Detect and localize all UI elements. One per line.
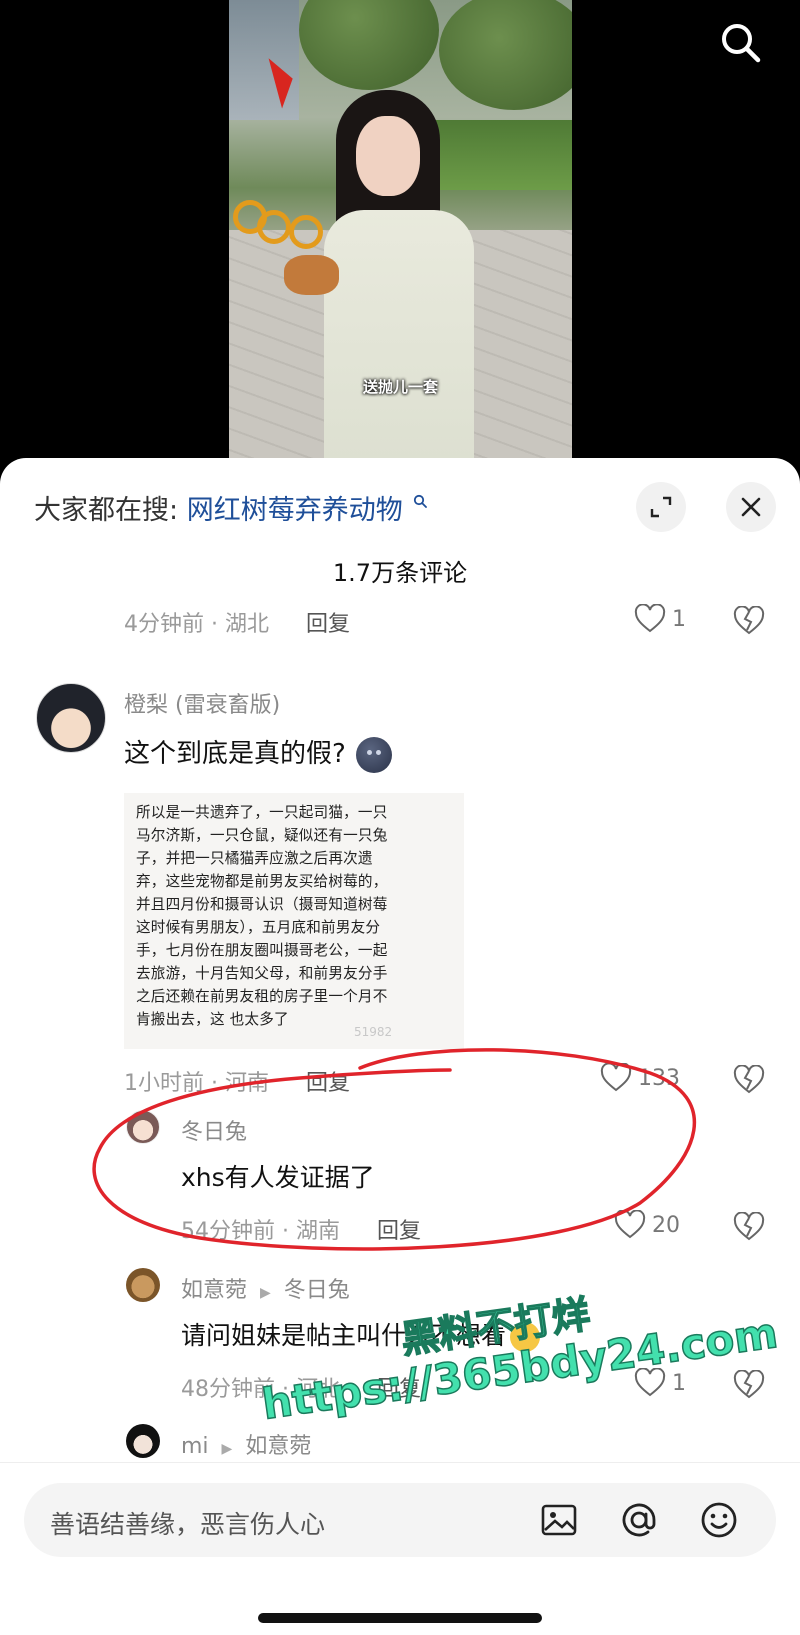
reply-text: xhs有人发证据了 [181, 1163, 375, 1192]
avatar[interactable] [126, 1268, 160, 1302]
reply-author-name: mi [181, 1434, 209, 1459]
reply-button[interactable]: 回复 [377, 1219, 421, 1244]
expand-button[interactable] [636, 482, 686, 532]
expand-icon [650, 496, 672, 518]
trending-search[interactable]: 大家都在搜: 网红树莓弃养动物 [34, 488, 428, 527]
emoji-picker-button[interactable] [696, 1497, 742, 1543]
close-button[interactable] [726, 482, 776, 532]
video-person-face [356, 116, 420, 196]
reply-arrow-icon: ▶ [221, 1441, 233, 1457]
like-count: 1 [672, 606, 686, 632]
reply-to-name: 冬日兔 [283, 1278, 350, 1303]
image-text-line: 手，七月份在朋友圈叫摄哥老公，一起 [136, 942, 388, 959]
image-text-line: 之后还赖在前男友租的房子里一个月不 [136, 988, 388, 1005]
heart-icon [634, 604, 666, 633]
like-count: 1 [672, 1370, 686, 1396]
reply-button[interactable]: 回复 [306, 612, 350, 637]
comment-meta-row: 1小时前 · 河南 回复 [124, 1065, 350, 1097]
dislike-button[interactable] [733, 1211, 765, 1246]
emoji-icon [701, 1502, 737, 1538]
image-text-line: 所以是一共遗弃了，一只起司猫，一只 [136, 804, 388, 821]
emoji-face-icon [355, 736, 392, 773]
image-text-line: 并且四月份和摄哥认识（摄哥知道树莓 [136, 896, 388, 913]
broken-heart-icon [733, 605, 765, 635]
image-text-line: 子，并把一只橘猫弄应激之后再次遗 [136, 850, 373, 867]
like-count: 133 [638, 1065, 680, 1091]
at-icon [622, 1503, 656, 1537]
reply-author[interactable]: mi ▶ 如意菀 [181, 1428, 311, 1460]
comment-sheet-header: 大家都在搜: 网红树莓弃养动物 1.7万条评论 [0, 458, 800, 587]
broken-heart-icon [733, 1369, 765, 1399]
reply-author-name: 如意菀 [181, 1278, 248, 1303]
broken-heart-icon [733, 1064, 765, 1094]
image-text-line: 弃，这些宠物都是前男友买给树莓的， [136, 873, 388, 890]
image-picker-button[interactable] [536, 1497, 582, 1543]
crying-emoji-icon [510, 1322, 541, 1352]
avatar[interactable] [126, 1110, 160, 1144]
dislike-button[interactable] [733, 1064, 765, 1099]
like-button[interactable]: 1 [634, 1368, 686, 1398]
trending-search-term[interactable]: 网红树莓弃养动物 [187, 495, 403, 526]
image-watermark: 51982 [354, 1025, 393, 1039]
comment-author[interactable]: 橙梨 (雷衰畜版) [124, 687, 280, 719]
comment-time-location: 1小时前 · 河南 [124, 1071, 269, 1096]
video-bike-wheel [289, 215, 323, 249]
video-dog [284, 255, 339, 295]
heart-icon [600, 1063, 632, 1092]
comment-time-location: 48分钟前 · 河北 [181, 1377, 340, 1402]
search-icon [722, 24, 761, 63]
comment-meta-row: 4分钟前 · 湖北 回复 [124, 606, 350, 638]
like-button[interactable]: 20 [614, 1210, 680, 1240]
comment-time-location: 4分钟前 · 湖北 [124, 612, 269, 637]
comment-input-placeholder: 善语结善缘，恶言伤人心 [50, 1510, 326, 1539]
reply-author[interactable]: 冬日兔 [181, 1114, 247, 1146]
search-button[interactable] [718, 20, 764, 66]
comment-text-content: 这个到底是真的假? [124, 739, 346, 769]
comment-meta-row: 48分钟前 · 河北 回复 [181, 1371, 421, 1403]
mention-button[interactable] [616, 1497, 662, 1543]
image-text-line: 马尔济斯，一只仓鼠，疑似还有一只兔 [136, 827, 388, 844]
image-text-line: 去旅游，十月告知父母，和前男友分手 [136, 965, 388, 982]
broken-heart-icon [733, 1211, 765, 1241]
trending-search-prefix: 大家都在搜: [34, 495, 179, 526]
search-small-icon [414, 494, 428, 508]
like-count: 20 [652, 1212, 680, 1238]
avatar[interactable] [36, 683, 106, 753]
dislike-button[interactable] [733, 1369, 765, 1404]
image-icon [541, 1504, 577, 1536]
comment-attached-image[interactable]: 所以是一共遗弃了，一只起司猫，一只 马尔济斯，一只仓鼠，疑似还有一只兔 子，并把… [124, 793, 464, 1049]
comment-input[interactable]: 善语结善缘，恶言伤人心 [24, 1483, 776, 1557]
reply-text-content: 请问姐妹是帖主叫什么不想看 [181, 1321, 507, 1350]
comment-meta-row: 54分钟前 · 湖南 回复 [181, 1213, 421, 1245]
dislike-button[interactable] [733, 605, 765, 640]
reply-button[interactable]: 回复 [306, 1071, 350, 1096]
video-player[interactable]: 送抛儿一套 [0, 0, 800, 470]
comment-sheet: 大家都在搜: 网红树莓弃养动物 1.7万条评论 4分钟前 · 湖北 回复 1 橙… [0, 458, 800, 1635]
video-tree [299, 0, 439, 90]
comment-input-bar: 善语结善缘，恶言伤人心 [0, 1462, 800, 1582]
video-bike-wheel [257, 210, 291, 244]
reply-button[interactable]: 回复 [377, 1377, 421, 1402]
heart-icon [614, 1210, 646, 1239]
heart-icon [634, 1368, 666, 1397]
reply-author-name: 冬日兔 [181, 1120, 248, 1145]
comment-text: 这个到底是真的假? [124, 733, 392, 773]
video-person-dress [324, 210, 474, 470]
reply-arrow-icon: ▶ [260, 1285, 271, 1301]
comment-time-location: 54分钟前 · 湖南 [181, 1219, 340, 1244]
reply-author[interactable]: 如意菀 ▶ 冬日兔 [181, 1272, 350, 1304]
avatar[interactable] [126, 1424, 160, 1458]
video-person [324, 90, 474, 470]
image-text-line: 肯搬出去，这 也太多了 [136, 1011, 289, 1028]
image-text-line: 这时候有男朋友），五月底和前男友分 [136, 919, 381, 936]
video-subtitle: 送抛儿一套 [362, 378, 438, 396]
reply-to-name: 如意菀 [245, 1434, 312, 1459]
home-indicator [258, 1613, 542, 1623]
like-button[interactable]: 1 [634, 604, 686, 634]
video-frame: 送抛儿一套 [229, 0, 572, 470]
like-button[interactable]: 133 [600, 1063, 680, 1093]
close-icon [741, 497, 761, 517]
reply-text: 请问姐妹是帖主叫什么不想看 [181, 1316, 541, 1352]
comment-count: 1.7万条评论 [332, 559, 468, 587]
